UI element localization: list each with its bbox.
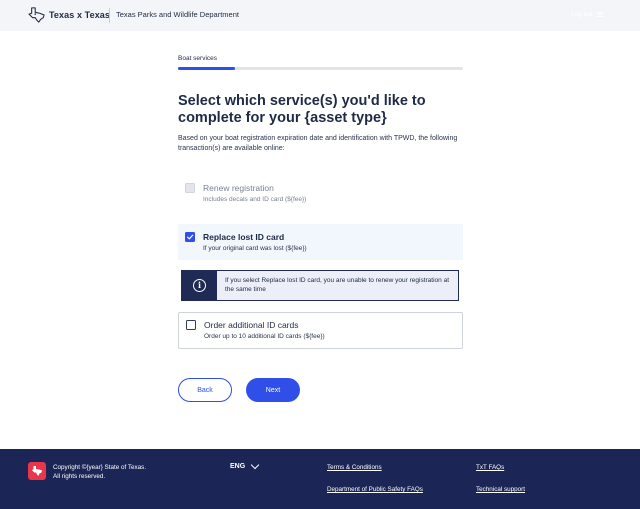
terms-link[interactable]: Terms & Conditions (327, 464, 382, 471)
option-replace-lost-id[interactable]: Replace lost ID card If your original ca… (178, 224, 463, 260)
chevron-down-icon (250, 460, 260, 470)
option-label: Order additional ID cards (204, 320, 299, 330)
checkmark-icon (187, 234, 194, 240)
progress-bar (178, 67, 463, 70)
option-order-additional-id[interactable]: Order additional ID cards Order up to 10… (178, 312, 463, 349)
intro-text: Based on your boat registration expirati… (178, 135, 458, 152)
step-label: Boat services (178, 55, 218, 62)
copyright-text: Copyright ©{year} State of Texas. All ri… (53, 463, 146, 481)
option-description: If your original card was lost (${fee}) (203, 245, 307, 252)
back-button[interactable]: Back (178, 378, 232, 402)
option-description: Order up to 10 additional ID cards (${fe… (204, 333, 325, 340)
copyright-line: All rights reserved. (53, 473, 106, 480)
texas-shape-icon (28, 7, 45, 23)
next-button[interactable]: Next (246, 378, 300, 402)
dps-faqs-link[interactable]: Department of Public Safety FAQs (327, 486, 423, 493)
info-alert: i If you select Replace lost ID card, yo… (181, 270, 459, 301)
logout-button[interactable]: Log out (571, 11, 603, 18)
site-logo[interactable]: Texas x Texas (28, 7, 110, 23)
language-selector[interactable]: ENG (230, 460, 260, 470)
copyright-line: Copyright ©{year} State of Texas. (53, 464, 147, 471)
option-renew-registration: Renew registration Includes decals and I… (178, 175, 463, 211)
option-description: Includes decals and ID card (${fee}) (203, 196, 307, 203)
header-divider (109, 8, 110, 23)
department-name: Texas Parks and Wildlife Department (116, 10, 239, 19)
logout-label: Log out (571, 11, 593, 18)
alert-icon-panel: i (182, 271, 217, 300)
texas-flag-logo (28, 462, 46, 480)
option-label: Renew registration (203, 183, 274, 193)
option-label: Replace lost ID card (203, 232, 285, 242)
texas-shape-icon (31, 466, 42, 476)
progress-fill (178, 67, 235, 70)
txt-faqs-link[interactable]: TxT FAQs (476, 464, 504, 471)
alert-text: If you select Replace lost ID card, you … (225, 277, 450, 293)
page-title: Select which service(s) you'd like to co… (178, 93, 426, 126)
language-label: ENG (230, 463, 246, 470)
renew-registration-checkbox (185, 183, 195, 193)
info-icon: i (193, 279, 206, 292)
technical-support-link[interactable]: Technical support (476, 486, 525, 493)
order-additional-id-checkbox[interactable] (186, 320, 196, 330)
site-footer: Copyright ©{year} State of Texas. All ri… (0, 449, 640, 509)
menu-icon (596, 12, 603, 17)
top-header: Texas x Texas Texas Parks and Wildlife D… (0, 0, 640, 31)
logo-text: Texas x Texas (49, 10, 111, 20)
replace-lost-id-checkbox[interactable] (185, 232, 195, 242)
